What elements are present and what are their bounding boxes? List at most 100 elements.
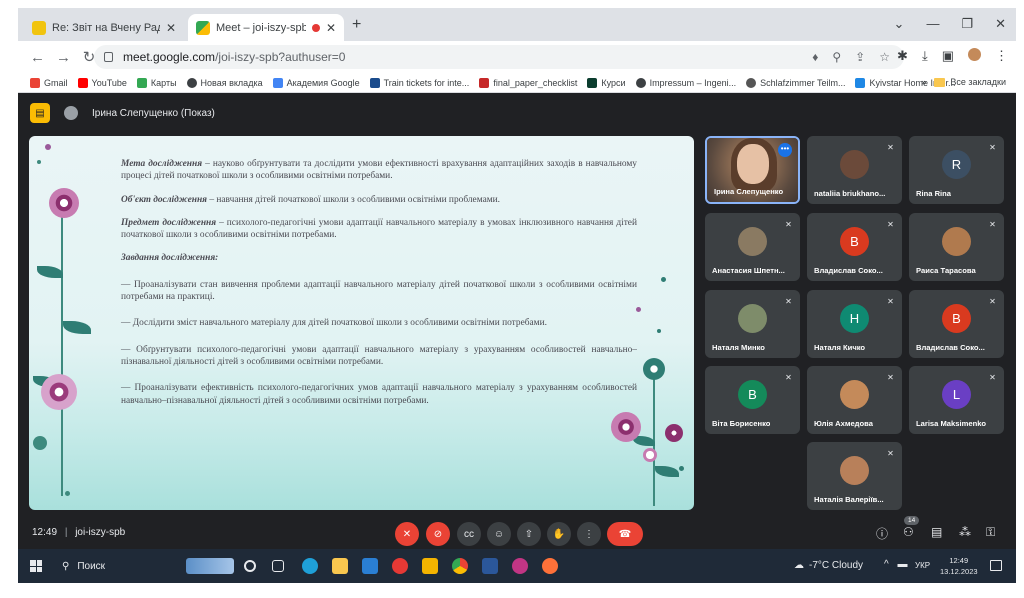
bookmark-academy[interactable]: Академия Google [272, 77, 360, 88]
participant-tile[interactable]: ✕ Наталя Минко [705, 290, 800, 358]
avatar: L [942, 380, 971, 409]
extensions-icon[interactable]: ✱ [897, 48, 908, 64]
participant-name: Наталя Минко [712, 343, 765, 352]
mic-icon[interactable]: ♦ [812, 50, 818, 64]
presenter-name: Ірина Слепущенко (Показ) [92, 107, 215, 119]
participant-tile[interactable]: ✕ Юлія Ахмедова [807, 366, 902, 434]
bookmark-maps[interactable]: Карты [136, 77, 177, 88]
chat-icon[interactable]: ▤ [931, 525, 942, 539]
browser-tab-bar: Re: Звіт на Вчену Раду по ДО - ✕ Meet – … [18, 8, 1016, 41]
system-tray[interactable]: ^ ▬ [884, 559, 907, 570]
host-controls-icon[interactable]: ⚿ [986, 525, 995, 540]
subject-label: Предмет дослідження [121, 217, 217, 228]
meeting-time: 12:49 [32, 527, 58, 538]
close-icon[interactable]: ✕ [995, 16, 1006, 32]
participant-tile[interactable]: ✕ B Віта Борисенко [705, 366, 800, 434]
tab-email[interactable]: Re: Звіт на Вчену Раду по ДО - ✕ [24, 14, 184, 41]
chevron-down-icon[interactable]: ⌄ [894, 16, 905, 32]
participant-name: Larisa Maksimenko [916, 419, 987, 428]
task-item: — Обґрунтувати психолого-педагогічні умо… [121, 344, 637, 367]
task-view-icon[interactable] [272, 560, 284, 572]
participant-tile[interactable]: ✕ B Владислав Соко... [807, 213, 902, 281]
mic-off-icon: ✕ [785, 297, 792, 306]
menu-icon[interactable]: ⋮ [995, 48, 1008, 64]
people-icon[interactable]: ⚇ [903, 525, 914, 539]
sidepanel-icon[interactable]: ▣ [942, 48, 954, 64]
window-controls: ⌄ — ❐ ✕ [894, 16, 1006, 32]
tab-title: Meet – joi-iszy-spb [216, 21, 306, 34]
more-bookmarks-icon[interactable]: » [921, 77, 926, 87]
participant-tile[interactable]: ✕ B Владислав Соко... [909, 290, 1004, 358]
emoji-button[interactable]: ☺ [487, 522, 511, 546]
participant-tile[interactable]: ✕ Раиса Тарасова [909, 213, 1004, 281]
end-call-button[interactable]: ☎ [607, 522, 643, 546]
people-app-icon[interactable] [186, 558, 234, 574]
presentation-icon[interactable]: ▤ [30, 103, 50, 123]
windows-start-icon[interactable] [30, 560, 42, 572]
zoom-icon[interactable]: ⚲ [832, 50, 841, 64]
mic-off-icon: ✕ [887, 220, 894, 229]
back-icon[interactable]: ← [30, 49, 45, 66]
opera-icon[interactable] [392, 558, 408, 574]
participant-tile[interactable]: ✕ nataliia briukhano... [807, 136, 902, 204]
bookmark-gmail[interactable]: Gmail [30, 77, 68, 88]
mail-icon[interactable] [362, 558, 378, 574]
store-icon[interactable] [332, 558, 348, 574]
kursy-icon [587, 77, 598, 88]
all-bookmarks[interactable]: » Все закладки [921, 77, 1006, 87]
taskbar-clock[interactable]: 12:49 13.12.2023 [940, 555, 978, 577]
share-icon[interactable]: ⇪ [855, 50, 865, 64]
bookmark-checklist[interactable]: final_paper_checklist [479, 77, 577, 88]
bookmark-impressum[interactable]: Impressum – Ingeni... [635, 77, 736, 88]
weather-widget[interactable]: ☁ -7°C Cloudy [794, 560, 863, 571]
restore-icon[interactable]: ❐ [961, 16, 973, 32]
close-tab-icon[interactable]: ✕ [166, 21, 176, 35]
bookmark-star-icon[interactable]: ☆ [879, 50, 890, 64]
chevron-up-icon[interactable]: ^ [884, 559, 889, 570]
bookmark-kursy[interactable]: Курси [587, 77, 626, 88]
explorer-icon[interactable] [422, 558, 438, 574]
notifications-icon[interactable] [990, 560, 1002, 571]
camera-off-button[interactable]: ⊘ [426, 522, 450, 546]
edge-icon[interactable] [302, 558, 318, 574]
more-options-button[interactable]: ⋮ [577, 522, 601, 546]
cortana-icon[interactable] [244, 560, 256, 572]
url-input[interactable]: meet.google.com/joi-iszy-spb?authuser=0 … [94, 45, 904, 69]
participant-tile[interactable]: ✕ L Larisa Maksimenko [909, 366, 1004, 434]
download-icon[interactable]: ⤓ [922, 48, 928, 64]
participant-tile[interactable]: ✕ Наталія Валеріїв... [807, 442, 902, 510]
firefox-icon[interactable] [542, 558, 558, 574]
raise-hand-button[interactable]: ✋ [547, 522, 571, 546]
more-options-icon[interactable]: ••• [778, 143, 792, 157]
network-icon[interactable]: ▬ [897, 559, 907, 570]
bookmark-newtab[interactable]: Новая вкладка [186, 77, 263, 88]
participant-tile[interactable]: ✕ Анастасия Шпетн... [705, 213, 800, 281]
minimize-icon[interactable]: — [926, 16, 939, 32]
new-tab-button[interactable]: + [352, 16, 361, 34]
participant-tile[interactable]: ✕ H Наталя Кичко [807, 290, 902, 358]
bookmark-youtube[interactable]: YouTube [77, 77, 127, 88]
language-indicator[interactable]: УКР [915, 561, 930, 570]
present-button[interactable]: ⇧ [517, 522, 541, 546]
kyivstar-icon [855, 77, 866, 88]
activities-icon[interactable]: ⁂ [959, 525, 971, 539]
bookmark-train[interactable]: Train tickets for inte... [369, 77, 469, 88]
mic-off-button[interactable]: ✕ [395, 522, 419, 546]
search-icon: ⚲ [62, 560, 70, 572]
forward-icon[interactable]: → [56, 49, 71, 66]
bookmark-schlafzimmer[interactable]: Schlafzimmer Teilm... [746, 77, 845, 88]
info-icon[interactable]: ⓘ [876, 525, 888, 542]
screen: Re: Звіт на Вчену Раду по ДО - ✕ Meet – … [18, 8, 1016, 583]
messenger-icon[interactable] [512, 558, 528, 574]
profile-avatar[interactable] [968, 48, 981, 61]
participant-tile[interactable]: ✕ R Rina Rina [909, 136, 1004, 204]
participant-tile-presenter[interactable]: ••• Ірина Слепущенко [705, 136, 800, 204]
mic-off-icon: ✕ [887, 373, 894, 382]
tab-meet[interactable]: Meet – joi-iszy-spb ✕ [188, 14, 344, 41]
close-tab-icon[interactable]: ✕ [326, 21, 336, 35]
word-icon[interactable] [482, 558, 498, 574]
chrome-icon[interactable] [452, 558, 468, 574]
shared-slide: Мета дослідження – науково обґрунтувати … [29, 136, 694, 510]
captions-button[interactable]: cc [457, 522, 481, 546]
taskbar-search[interactable]: ⚲ Поиск [52, 556, 182, 576]
